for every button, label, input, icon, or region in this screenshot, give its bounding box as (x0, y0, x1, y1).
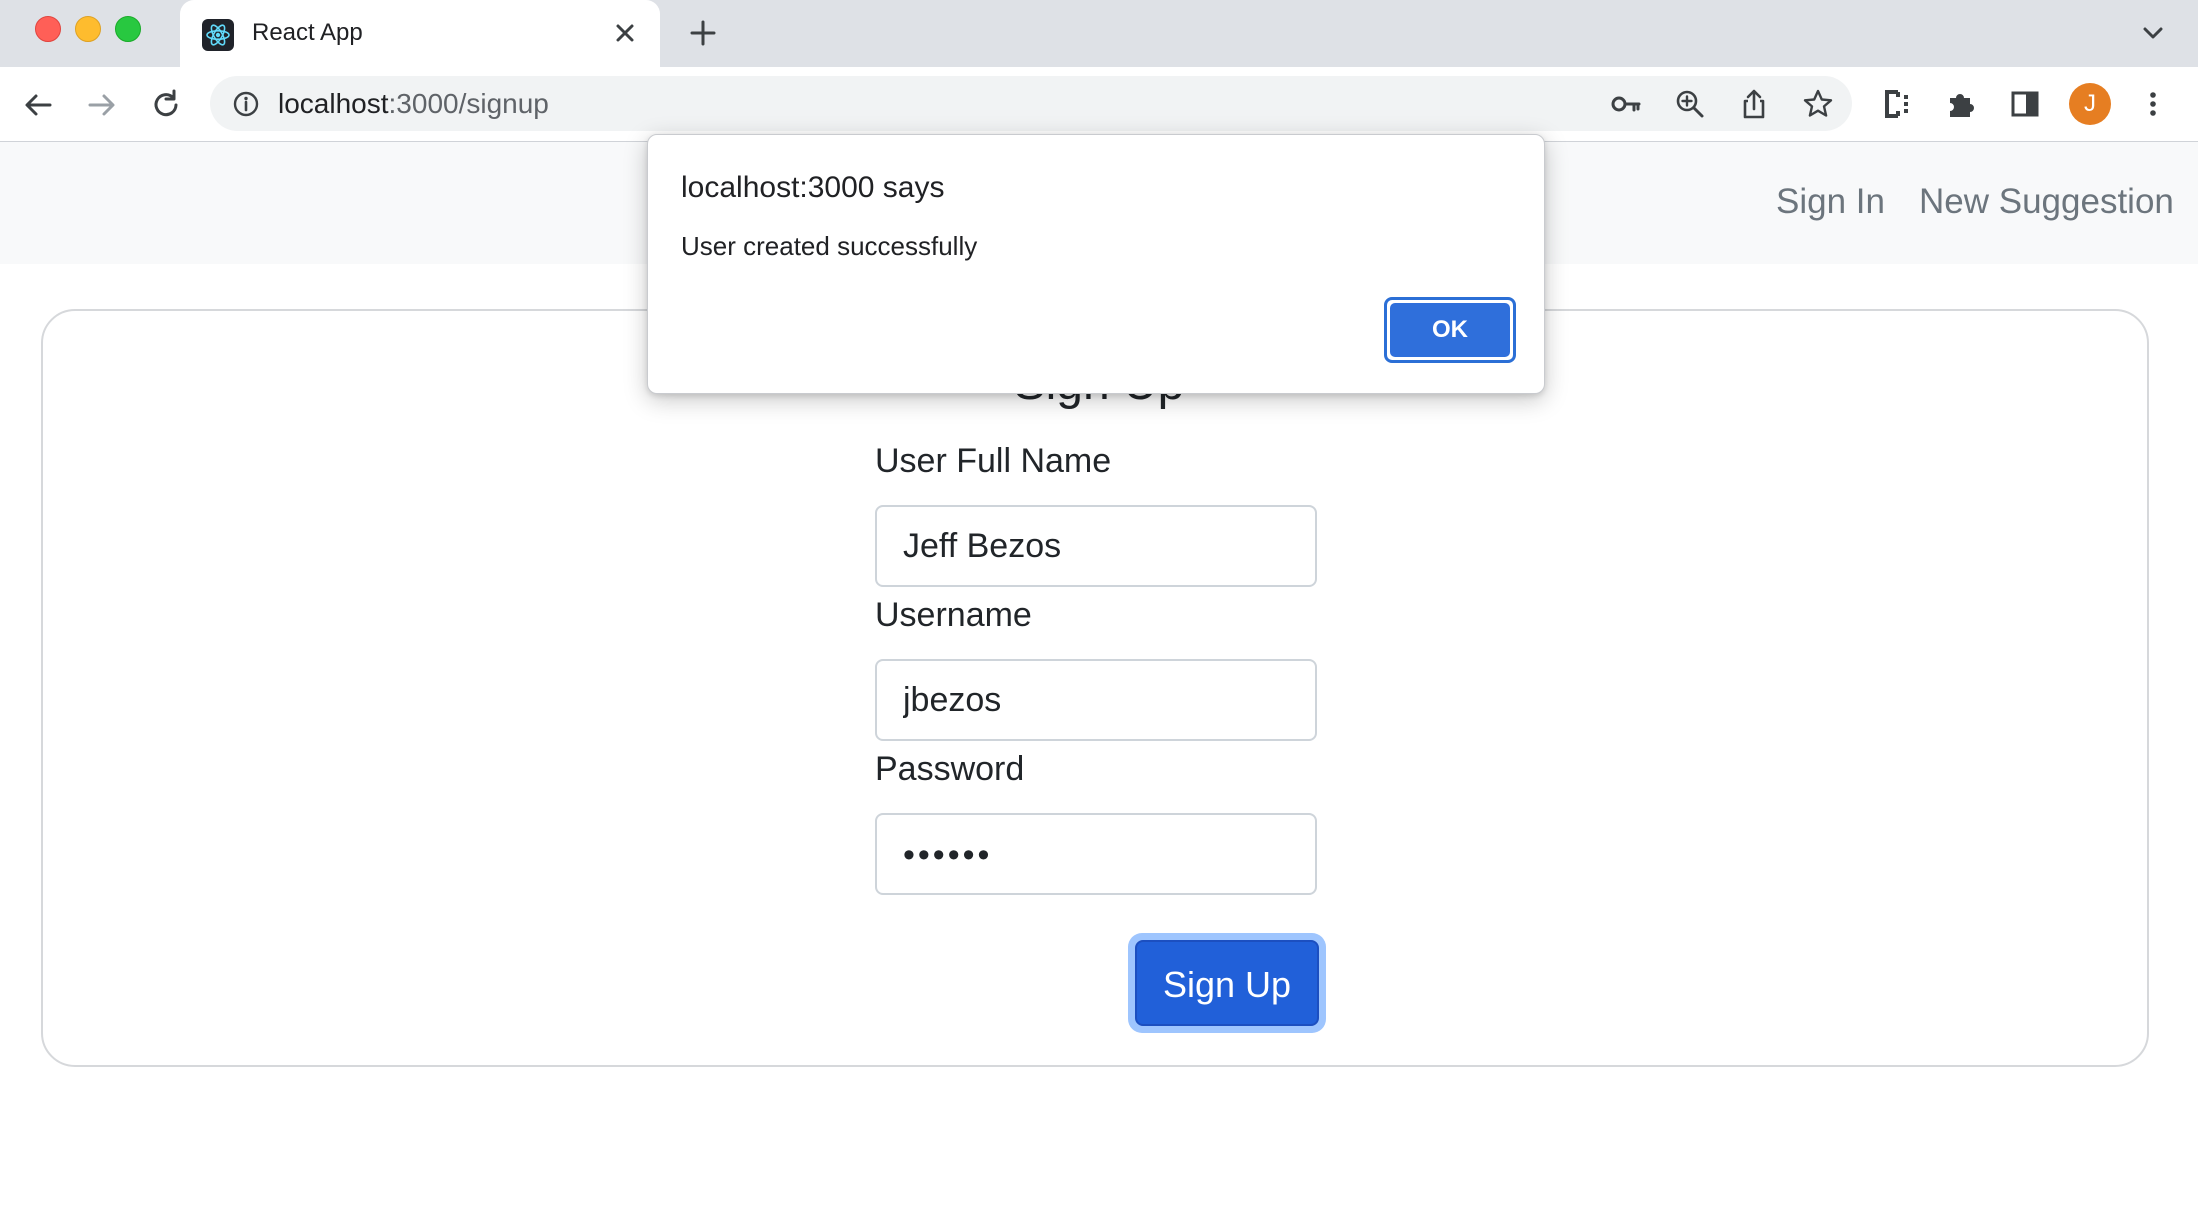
reload-icon[interactable] (148, 87, 184, 123)
full-name-input[interactable] (875, 505, 1317, 587)
info-icon[interactable] (232, 90, 260, 118)
browser-tab-bar: React App (0, 0, 2198, 67)
extension-c-icon[interactable] (1880, 87, 1914, 121)
plus-icon[interactable] (686, 16, 720, 50)
full-name-label: User Full Name (875, 442, 1112, 480)
dialog-title: localhost:3000 says (681, 171, 945, 204)
address-bar[interactable]: localhost:3000/signup (210, 76, 1852, 131)
window-minimize-dot[interactable] (75, 16, 101, 42)
key-icon[interactable] (1610, 88, 1642, 120)
password-input[interactable] (875, 813, 1317, 895)
more-vert-icon[interactable] (2136, 87, 2170, 121)
forward-arrow-icon[interactable] (84, 87, 120, 123)
dialog-ok-label: OK (1390, 303, 1510, 357)
sign-up-button[interactable]: Sign Up (1128, 933, 1326, 1033)
close-icon[interactable] (610, 18, 640, 48)
puzzle-icon[interactable] (1944, 87, 1978, 121)
url-host: localhost (278, 88, 389, 119)
sign-up-button-label: Sign Up (1135, 940, 1319, 1026)
window-zoom-dot[interactable] (115, 16, 141, 42)
zoom-icon[interactable] (1674, 88, 1706, 120)
react-favicon-icon (202, 19, 234, 51)
back-arrow-icon[interactable] (20, 87, 56, 123)
url-text[interactable]: localhost:3000/signup (278, 88, 549, 120)
alert-dialog: localhost:3000 says User created success… (647, 134, 1545, 394)
browser-tab-active[interactable]: React App (180, 0, 660, 67)
dialog-message: User created successfully (681, 231, 978, 261)
side-panel-icon[interactable] (2008, 87, 2042, 121)
username-input[interactable] (875, 659, 1317, 741)
url-path: :3000/signup (388, 88, 549, 119)
profile-avatar[interactable]: J (2069, 83, 2111, 125)
username-label: Username (875, 596, 1032, 634)
nav-link-sign-in[interactable]: Sign In (1776, 182, 1885, 222)
share-icon[interactable] (1738, 88, 1770, 120)
dialog-ok-button[interactable]: OK (1384, 297, 1516, 363)
nav-link-new-suggestion[interactable]: New Suggestion (1919, 182, 2174, 222)
browser-toolbar: localhost:3000/signup J (0, 67, 2198, 142)
chevron-down-icon[interactable] (2138, 18, 2168, 48)
window-close-dot[interactable] (35, 16, 61, 42)
tab-title: React App (252, 19, 363, 46)
star-icon[interactable] (1802, 88, 1834, 120)
password-label: Password (875, 750, 1025, 788)
